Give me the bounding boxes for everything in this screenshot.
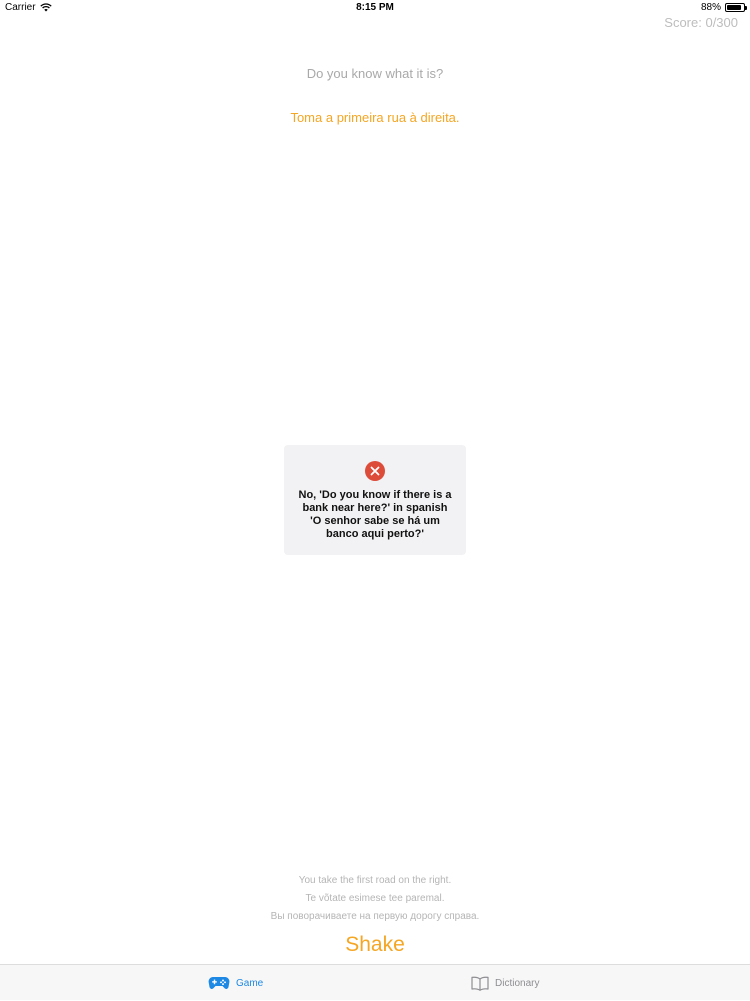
gamepad-icon	[208, 976, 230, 990]
tab-bar: Game Dictionary	[0, 964, 750, 1000]
error-x-icon	[365, 461, 385, 481]
question-prompt: Do you know what it is?	[306, 66, 444, 81]
tab-dictionary[interactable]: Dictionary	[471, 965, 539, 1001]
tab-dictionary-label: Dictionary	[495, 977, 540, 989]
tab-game[interactable]: Game	[208, 965, 263, 1001]
book-icon	[471, 976, 489, 991]
translation-estonian: Te võtate esimese tee paremal.	[305, 893, 445, 904]
status-bar: Carrier 8:15 PM 88%	[0, 0, 750, 16]
translation-russian: Вы поворачиваете на первую дорогу справа…	[270, 911, 480, 922]
translation-english: You take the first road on the right.	[298, 875, 452, 886]
battery-icon	[725, 3, 747, 12]
status-time: 8:15 PM	[356, 2, 394, 13]
score-label: Score: 0/300	[664, 15, 738, 30]
translations-list: You take the first road on the right. Te…	[0, 875, 750, 929]
result-hud: No, 'Do you know if there is a bank near…	[284, 445, 466, 555]
battery-nub	[745, 6, 747, 10]
battery-percent: 88%	[700, 2, 721, 13]
result-message: No, 'Do you know if there is a bank near…	[298, 489, 452, 540]
battery-fill	[727, 5, 741, 10]
target-phrase: Toma a primeira rua à direita.	[290, 110, 460, 125]
status-right: 88%	[700, 2, 747, 13]
tab-game-label: Game	[236, 977, 264, 989]
shake-button[interactable]: Shake	[0, 933, 750, 957]
